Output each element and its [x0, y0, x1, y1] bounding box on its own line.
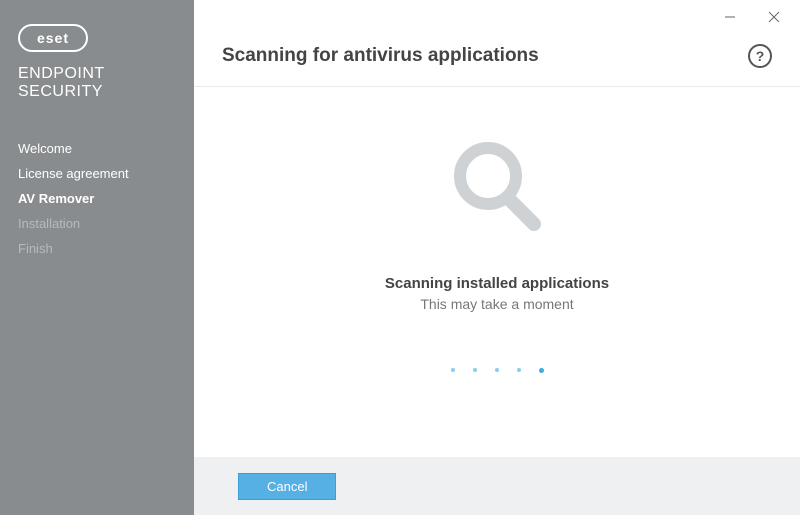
- window-titlebar: [194, 0, 800, 34]
- status-secondary: This may take a moment: [420, 296, 573, 312]
- sidebar: eset ENDPOINT SECURITY Welcome License a…: [0, 0, 194, 515]
- progress-dots: [451, 368, 544, 373]
- progress-dot: [495, 368, 499, 372]
- eset-logo-icon: eset: [18, 24, 88, 52]
- brand-line1: ENDPOINT: [18, 65, 194, 83]
- minimize-icon: [724, 11, 736, 23]
- sidebar-item-welcome: Welcome: [18, 136, 194, 161]
- page-title: Scanning for antivirus applications: [222, 45, 539, 67]
- brand-logo: eset ENDPOINT SECURITY: [18, 24, 194, 100]
- status-primary: Scanning installed applications: [385, 275, 609, 292]
- progress-dot: [539, 368, 544, 373]
- install-steps: Welcome License agreement AV Remover Ins…: [18, 136, 194, 261]
- page-header: Scanning for antivirus applications ?: [194, 34, 800, 87]
- footer-bar: Cancel: [194, 457, 800, 515]
- help-button[interactable]: ?: [748, 44, 772, 68]
- magnifier-icon: [442, 132, 552, 247]
- sidebar-item-installation: Installation: [18, 211, 194, 236]
- main-panel: Scanning for antivirus applications ? Sc…: [194, 0, 800, 515]
- sidebar-item-license: License agreement: [18, 161, 194, 186]
- close-button[interactable]: [754, 3, 794, 31]
- close-icon: [768, 11, 780, 23]
- help-icon: ?: [756, 48, 765, 64]
- minimize-button[interactable]: [710, 3, 750, 31]
- brand-line2: SECURITY: [18, 83, 194, 101]
- progress-dot: [473, 368, 477, 372]
- progress-dot: [451, 368, 455, 372]
- cancel-button[interactable]: Cancel: [238, 473, 336, 500]
- sidebar-item-av-remover: AV Remover: [18, 186, 194, 211]
- progress-dot: [517, 368, 521, 372]
- content-area: Scanning installed applications This may…: [194, 87, 800, 457]
- svg-text:eset: eset: [37, 30, 69, 46]
- sidebar-item-finish: Finish: [18, 236, 194, 261]
